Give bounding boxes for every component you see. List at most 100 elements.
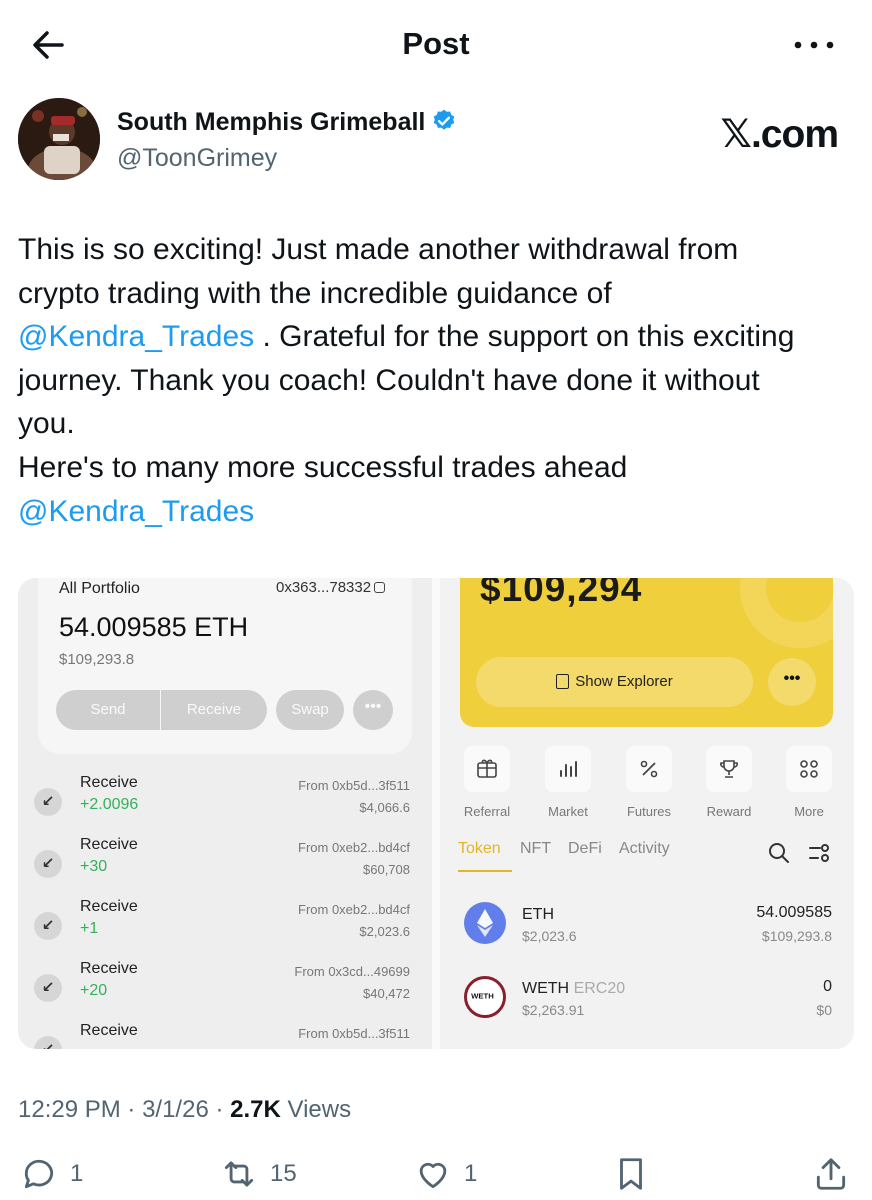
asset-usd: $0 xyxy=(816,1002,832,1018)
transaction-amount: +20 xyxy=(80,982,108,999)
tweet-media[interactable]: All Portfolio 0x363...78332 54.009585 ET… xyxy=(18,578,854,1049)
tweet-text: This is so exciting! Just made another w… xyxy=(18,228,858,533)
portfolio-usd: $109,293.8 xyxy=(59,651,135,668)
reply-count: 1 xyxy=(70,1160,84,1187)
receive-arrow-icon: ↙ xyxy=(34,974,62,1002)
share-button[interactable] xyxy=(812,1154,850,1194)
transaction-row: ↙ Receive +20 From 0x3cd...49699 $40,472 xyxy=(18,960,432,1022)
repost-count: 15 xyxy=(270,1160,297,1187)
action-bar: 1 15 1 xyxy=(0,1150,872,1200)
asset-tag: ERC20 xyxy=(573,980,626,997)
repost-button[interactable]: 15 xyxy=(220,1154,297,1194)
like-count: 1 xyxy=(464,1160,478,1187)
asset-amount: 54.009585 xyxy=(756,904,832,921)
post-meta: 12:29 PM · 3/1/26 · 2.7K Views xyxy=(18,1096,352,1123)
feature-market: Market xyxy=(543,746,593,819)
transaction-from: From 0x3cd...49699 xyxy=(294,964,410,979)
tab-defi: DeFi xyxy=(568,840,602,857)
transaction-title: Receive xyxy=(80,1022,138,1039)
bookmark-button[interactable] xyxy=(612,1154,650,1194)
transaction-usd: $2,023.6 xyxy=(359,924,410,939)
tweet-line: crypto trading with the incredible guida… xyxy=(18,276,612,310)
feature-label: Market xyxy=(548,804,588,819)
transaction-title: Receive xyxy=(80,836,138,853)
mention-link[interactable]: @Kendra_Trades xyxy=(18,495,254,528)
author-name-text[interactable]: South Memphis Grimeball xyxy=(117,108,425,136)
transaction-title: Receive xyxy=(80,898,138,915)
feature-referral: Referral xyxy=(462,746,512,819)
receive-arrow-icon: ↙ xyxy=(34,850,62,878)
asset-amount: 0 xyxy=(823,978,832,995)
feature-reward: Reward xyxy=(704,746,754,819)
asset-row-weth: WETH WETH ERC20 $2,263.91 0 $0 xyxy=(440,976,854,1036)
balance-amount: $109,294 xyxy=(480,578,643,609)
wallet-address-text: 0x363...78332 xyxy=(276,579,372,596)
referral-icon xyxy=(464,746,510,792)
heart-icon xyxy=(419,1162,447,1189)
weth-icon: WETH xyxy=(464,976,506,1018)
more-button: ••• xyxy=(353,690,393,730)
receive-arrow-icon: ↙ xyxy=(34,788,62,816)
trophy-icon xyxy=(706,746,752,792)
swap-button: Swap xyxy=(276,690,344,730)
transaction-from: From 0xeb2...bd4cf xyxy=(298,902,410,917)
transaction-amount: +30 xyxy=(80,858,108,875)
transaction-title: Receive xyxy=(80,960,138,977)
feature-label: More xyxy=(794,804,824,819)
tab-nft: NFT xyxy=(520,840,552,857)
filter-icon xyxy=(808,842,832,864)
asset-name: ETH xyxy=(522,906,554,923)
feature-futures: Futures xyxy=(624,746,674,819)
tweet-line: This is so exciting! Just made another w… xyxy=(18,233,739,266)
ethereum-icon xyxy=(464,902,506,944)
transaction-row: ↙ Receive +30 From 0xeb2...bd4cf $60,708 xyxy=(18,836,432,898)
tweet-line: Here's to many more successful trades ah… xyxy=(18,450,628,484)
tab-activity: Activity xyxy=(619,840,670,857)
transaction-usd: $4,066.6 xyxy=(359,800,410,815)
transaction-from: From 0xb5d...3f511 xyxy=(298,778,410,793)
avatar[interactable] xyxy=(18,98,100,180)
transaction-from: From 0xeb2...bd4cf xyxy=(298,840,410,855)
feature-label: Reward xyxy=(706,804,752,819)
author-handle[interactable]: @ToonGrimey xyxy=(117,144,277,173)
reply-button[interactable]: 1 xyxy=(20,1154,83,1194)
asset-price: $2,263.91 xyxy=(522,1002,585,1018)
receive-arrow-icon: ↙ xyxy=(34,1036,62,1049)
futures-icon xyxy=(626,746,672,792)
views-label: Views xyxy=(287,1096,352,1123)
like-button[interactable]: 1 xyxy=(414,1154,477,1194)
feature-more: More xyxy=(784,746,834,819)
post-date: 3/1/26 xyxy=(142,1096,209,1123)
explorer-icon xyxy=(556,674,570,689)
views-count[interactable]: 2.7K xyxy=(230,1096,281,1123)
transaction-amount: +2.0096 xyxy=(80,796,139,813)
portfolio-label: All Portfolio xyxy=(59,580,140,597)
page-title: Post xyxy=(402,26,470,61)
copy-icon xyxy=(374,582,386,593)
author-name[interactable]: South Memphis Grimeball xyxy=(117,108,457,137)
portfolio-amount: 54.009585 ETH xyxy=(59,612,249,642)
tweet-line: @Kendra_Trades xyxy=(18,490,858,534)
tweet-line: @Kendra_Trades . Grateful for the suppor… xyxy=(18,315,858,359)
transaction-usd: $40,472 xyxy=(363,986,410,1001)
search-icon xyxy=(768,842,790,864)
show-explorer-label: Show Explorer xyxy=(575,673,673,690)
wallet-screenshot-left[interactable]: All Portfolio 0x363...78332 54.009585 ET… xyxy=(18,578,432,1049)
transaction-title: Receive xyxy=(80,774,138,791)
top-bar: Post xyxy=(0,0,872,90)
asset-row-eth: ETH $2,023.6 54.009585 $109,293.8 xyxy=(440,902,854,962)
transaction-row: ↙ Receive +1 From 0xeb2...bd4cf $2,023.6 xyxy=(18,898,432,960)
tweet-line: journey. Thank you coach! Couldn't have … xyxy=(18,363,760,397)
grid-icon xyxy=(786,746,832,792)
more-options-icon[interactable] xyxy=(790,28,838,62)
tweet-line: you. xyxy=(18,407,75,441)
wallet-screenshot-right[interactable]: $109,294 Show Explorer ••• Referral Mark… xyxy=(440,578,854,1049)
transaction-amount: +1 xyxy=(80,920,99,937)
asset-name: WETH ERC20 xyxy=(522,980,625,998)
market-icon xyxy=(545,746,591,792)
balance-card: $109,294 Show Explorer ••• xyxy=(460,578,833,727)
more-button: ••• xyxy=(768,658,816,706)
transaction-from: From 0xb5d...3f511 xyxy=(298,1026,410,1041)
transaction-row: ↙ Receive From 0xb5d...3f511 xyxy=(18,1022,432,1049)
mention-link[interactable]: @Kendra_Trades xyxy=(18,320,254,353)
